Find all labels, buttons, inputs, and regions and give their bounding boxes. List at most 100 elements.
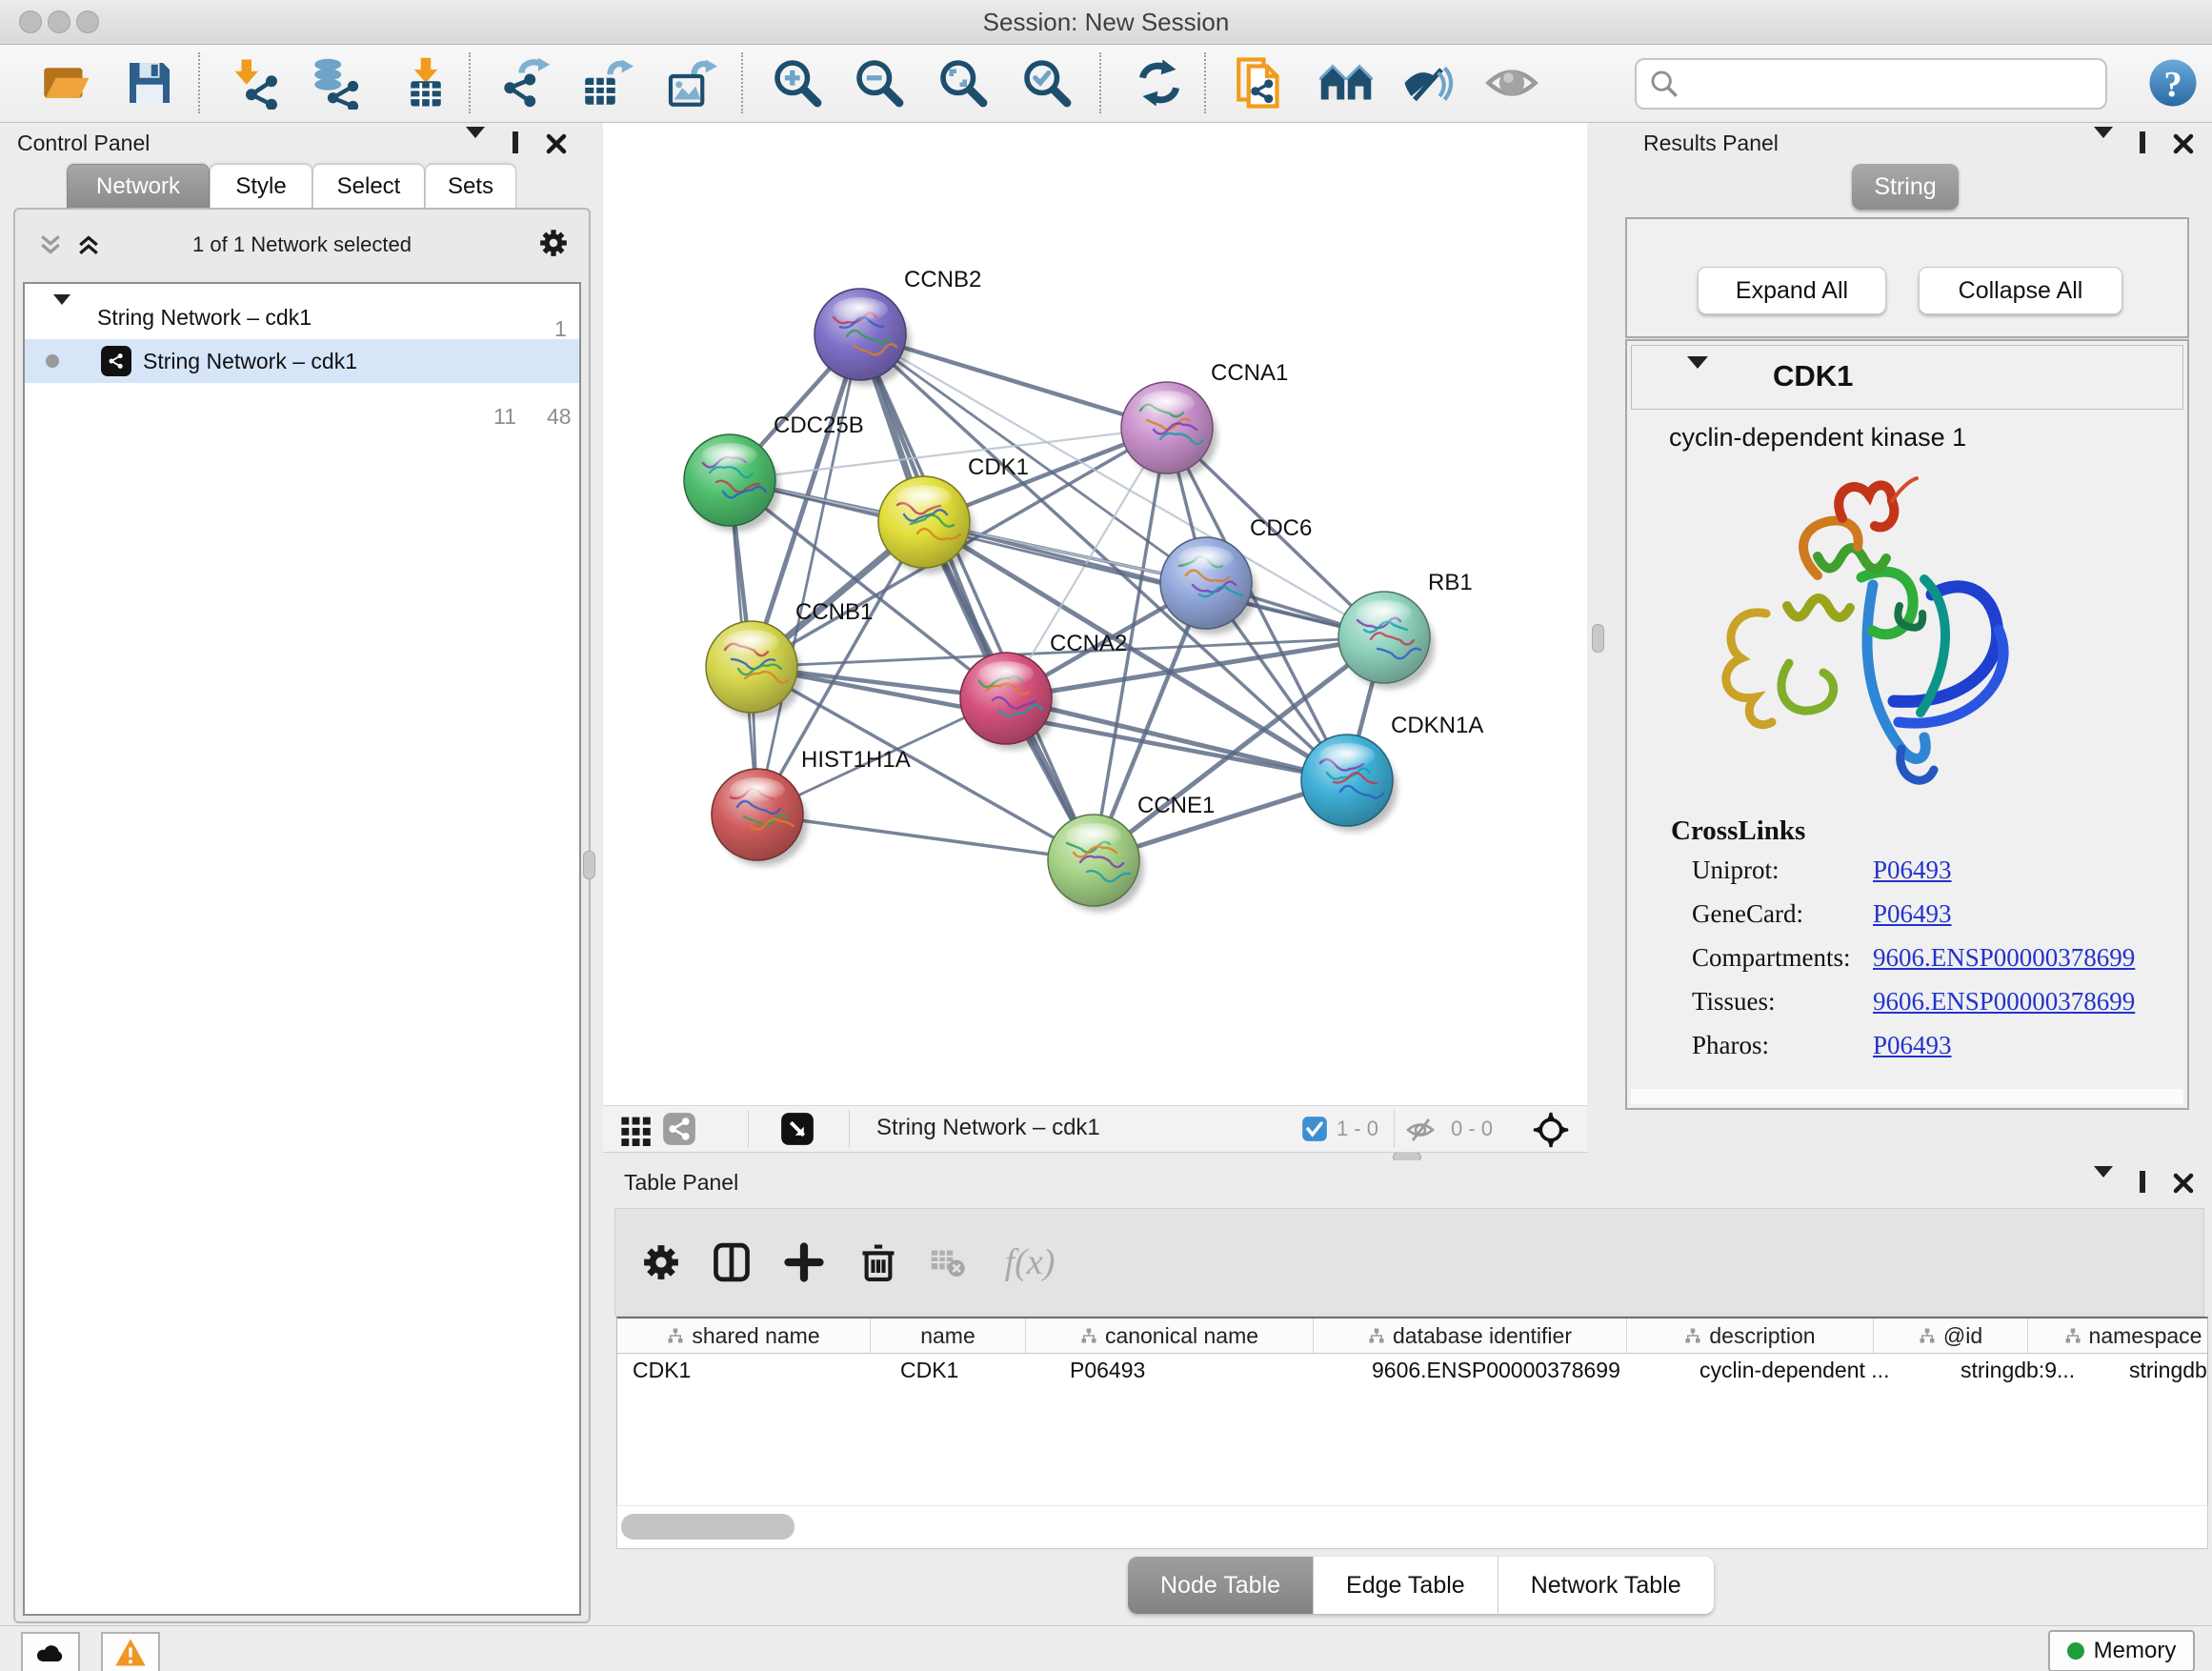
crosslink-link[interactable]: P06493 xyxy=(1873,899,1952,929)
export-table-button[interactable] xyxy=(577,53,636,112)
home-button[interactable] xyxy=(1317,53,1376,112)
right-splitter-handle[interactable] xyxy=(1592,624,1604,653)
warnings-button[interactable] xyxy=(101,1632,160,1671)
help-button[interactable]: ? xyxy=(2143,53,2202,112)
results-panel-float-icon[interactable] xyxy=(2140,134,2145,151)
control-panel-collapse-icon[interactable] xyxy=(466,138,485,155)
results-hscrollbar[interactable] xyxy=(1631,1089,2183,1104)
cell-description[interactable]: cyclin-dependent ... xyxy=(1684,1354,1945,1386)
tab-network-table[interactable]: Network Table xyxy=(1498,1557,1714,1614)
network-row-selected[interactable]: String Network – cdk1 11 48 xyxy=(25,339,579,383)
cell-namespace[interactable]: stringdb xyxy=(2114,1354,2208,1386)
search-input[interactable] xyxy=(1688,70,2105,98)
add-column-icon[interactable] xyxy=(779,1238,829,1287)
import-table-icon xyxy=(399,56,452,110)
network-node-CDC6[interactable] xyxy=(1160,537,1257,634)
delete-column-trash-icon[interactable] xyxy=(854,1238,903,1287)
table-panel-collapse-icon[interactable] xyxy=(2094,1178,2113,1195)
network-edge-CCNB2-CCNE1[interactable] xyxy=(860,334,1094,860)
column-header[interactable]: description xyxy=(1627,1319,1874,1353)
table-hscrollbar-thumb[interactable] xyxy=(621,1514,794,1540)
network-node-HIST1H1A[interactable] xyxy=(712,769,808,866)
column-header[interactable]: shared name xyxy=(617,1319,871,1353)
network-node-CCNE1[interactable] xyxy=(1048,815,1144,912)
table-settings-gear-icon[interactable] xyxy=(636,1238,686,1287)
column-header[interactable]: database identifier xyxy=(1314,1319,1627,1353)
column-header[interactable]: namespace xyxy=(2028,1319,2208,1353)
selected-checkbox-icon[interactable] xyxy=(1301,1116,1328,1147)
zoom-selected-button[interactable] xyxy=(1017,53,1076,112)
network-node-CDK1[interactable] xyxy=(878,476,975,574)
network-node-CCNA1[interactable] xyxy=(1121,382,1217,479)
table-hscrollbar[interactable] xyxy=(616,1505,2208,1549)
export-image-button[interactable] xyxy=(661,53,720,112)
zoom-fit-button[interactable] xyxy=(934,53,993,112)
hidden-eye-slash-icon[interactable] xyxy=(1405,1115,1436,1150)
network-node-RB1[interactable] xyxy=(1338,592,1435,689)
control-panel-float-icon[interactable] xyxy=(513,134,518,151)
window-titlebar: Session: New Session xyxy=(0,0,2212,45)
crosslink-link[interactable]: 9606.ENSP00000378699 xyxy=(1873,943,2135,973)
network-node-CDKN1A[interactable] xyxy=(1301,735,1398,832)
network-node-CCNA2[interactable] xyxy=(960,653,1056,750)
results-tab-string[interactable]: String xyxy=(1852,164,1959,210)
table-panel-float-icon[interactable] xyxy=(2140,1174,2145,1191)
zoom-out-button[interactable] xyxy=(850,53,909,112)
crosslink-link[interactable]: 9606.ENSP00000378699 xyxy=(1873,987,2135,1017)
column-header[interactable]: canonical name xyxy=(1026,1319,1314,1353)
gene-entry-header[interactable]: CDK1 xyxy=(1631,345,2183,410)
expand-all-button[interactable]: Expand All xyxy=(1698,267,1886,314)
tab-network[interactable]: Network xyxy=(67,164,210,209)
table-row[interactable]: CDK1 CDK1 P06493 9606.ENSP00000378699 cy… xyxy=(617,1354,2208,1386)
open-folder-icon xyxy=(39,56,92,110)
tab-node-table[interactable]: Node Table xyxy=(1128,1557,1314,1614)
import-network-button[interactable] xyxy=(229,53,288,112)
collection-caret-icon[interactable] xyxy=(53,305,70,331)
memory-button[interactable]: Memory xyxy=(2048,1630,2195,1671)
left-splitter-handle[interactable] xyxy=(583,851,595,879)
cell-canonical-name[interactable]: P06493 xyxy=(1055,1354,1357,1386)
grid-view-icon[interactable] xyxy=(618,1112,653,1151)
collapse-all-button[interactable]: Collapse All xyxy=(1919,267,2122,314)
save-session-button[interactable] xyxy=(120,53,179,112)
import-database-button[interactable] xyxy=(307,53,366,112)
gene-caret-icon[interactable] xyxy=(1687,369,1708,386)
birdseye-crosshair-icon[interactable] xyxy=(1533,1112,1569,1153)
cell-database-identifier[interactable]: 9606.ENSP00000378699 xyxy=(1357,1354,1684,1386)
zoom-in-button[interactable] xyxy=(768,53,827,112)
tab-edge-table[interactable]: Edge Table xyxy=(1314,1557,1498,1614)
network-options-gear-icon[interactable] xyxy=(537,227,570,264)
show-columns-icon[interactable] xyxy=(707,1238,756,1287)
column-header[interactable]: @id xyxy=(1874,1319,2028,1353)
cell-id[interactable]: stringdb:9... xyxy=(1945,1354,2114,1386)
network-badge-icon[interactable] xyxy=(662,1112,696,1151)
string-import-button[interactable] xyxy=(1231,53,1290,112)
open-session-button[interactable] xyxy=(36,53,95,112)
results-panel-collapse-icon[interactable] xyxy=(2094,138,2113,155)
cell-name[interactable]: CDK1 xyxy=(885,1354,1055,1386)
function-builder-icon[interactable]: f(x) xyxy=(987,1238,1073,1287)
tab-style[interactable]: Style xyxy=(210,164,312,209)
show-eye-button[interactable] xyxy=(1482,53,1541,112)
network-edge-CCNB2-HIST1H1A[interactable] xyxy=(757,334,860,815)
cell-shared-name[interactable]: CDK1 xyxy=(617,1354,885,1386)
table-panel-close-icon[interactable] xyxy=(2172,1172,2195,1199)
column-header[interactable]: name xyxy=(871,1319,1026,1353)
export-network-button[interactable] xyxy=(495,53,554,112)
import-table-button[interactable] xyxy=(396,53,455,112)
network-node-CDC25B[interactable] xyxy=(684,434,780,532)
cloud-status-button[interactable] xyxy=(21,1632,80,1671)
open-in-window-icon[interactable] xyxy=(780,1112,814,1151)
control-panel-close-icon[interactable] xyxy=(545,132,568,160)
crosslink-link[interactable]: P06493 xyxy=(1873,1031,1952,1060)
delete-table-icon[interactable] xyxy=(922,1238,972,1287)
results-panel-close-icon[interactable] xyxy=(2172,132,2195,160)
network-collection-row[interactable]: String Network – cdk1 1 xyxy=(25,295,579,339)
network-canvas[interactable]: CCNB2CCNA1CDC25BCDK1CDC6RB1CCNB1CCNA2CDK… xyxy=(603,123,1587,1105)
tab-sets[interactable]: Sets xyxy=(425,164,516,209)
table-panel-title: Table Panel xyxy=(624,1170,738,1196)
hide-panel-button[interactable] xyxy=(1398,53,1458,112)
refresh-button[interactable] xyxy=(1130,53,1189,112)
crosslink-link[interactable]: P06493 xyxy=(1873,856,1952,885)
tab-select[interactable]: Select xyxy=(312,164,425,209)
